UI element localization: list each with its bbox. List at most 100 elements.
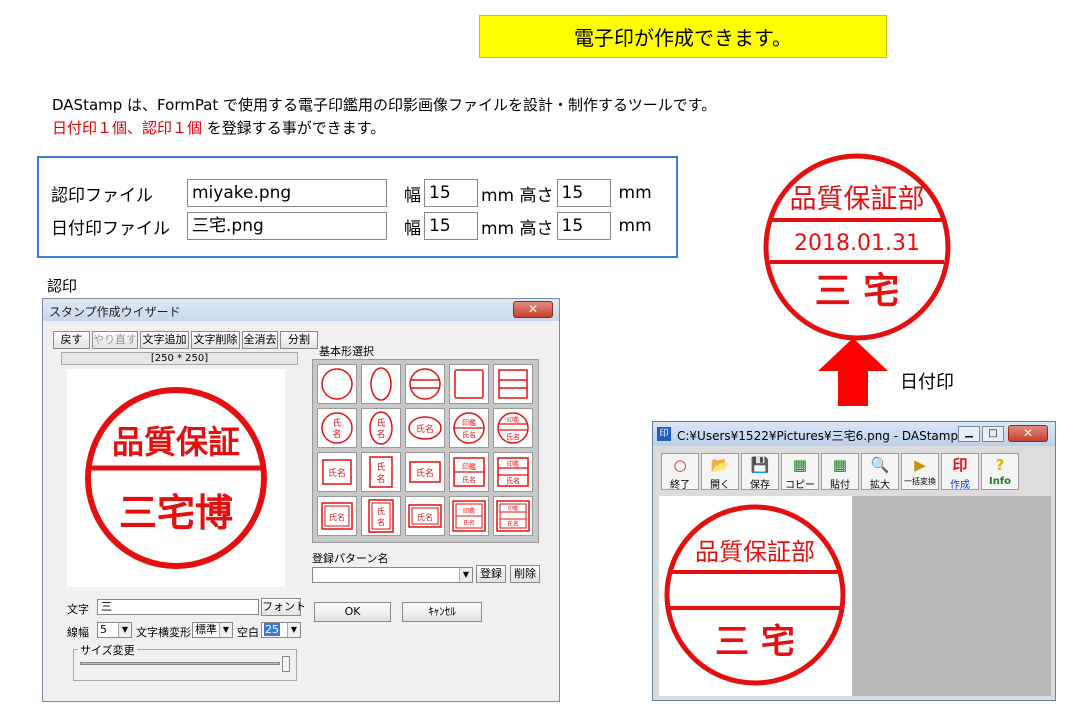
svg-text:氏名: 氏名 <box>462 430 476 439</box>
register-button[interactable]: 登録 <box>476 565 506 583</box>
stamp-file-settings: 認印ファイル miyake.png 幅 15 mm 高さ 15 mm 日付印ファ… <box>37 156 678 258</box>
stamp-canvas[interactable]: 品質保証部 三 宅 <box>659 496 852 696</box>
shape-ellipse[interactable] <box>361 364 401 404</box>
minimize-button[interactable]: ▁ <box>958 426 980 442</box>
dated-stamp-preview: 品質保証部 三 宅 <box>664 504 846 686</box>
resize-label: サイズ変更 <box>78 642 137 658</box>
app-icon: 印 <box>657 427 671 441</box>
ellipse-name-shape-icon: 氏名 <box>369 411 393 445</box>
svg-text:氏名: 氏名 <box>462 475 476 484</box>
shape-circle-name[interactable]: 氏名 <box>317 408 357 448</box>
ninsho-section-label: 認印 <box>47 277 78 295</box>
maximize-button[interactable]: □ <box>982 426 1004 442</box>
shape-rect-inkan-name-double-2[interactable]: 印鑑 氏名 <box>493 496 533 536</box>
copy-icon: ▦ <box>792 456 808 474</box>
close-button[interactable]: ✕ <box>1008 425 1048 442</box>
save-button[interactable]: 💾 保存 <box>741 453 779 491</box>
ninsho-width-field[interactable]: 15 <box>424 179 478 207</box>
shape-circle-lines[interactable] <box>405 364 445 404</box>
pattern-name-label: 登録パターン名 <box>312 552 389 565</box>
svg-text:印鑑: 印鑑 <box>507 416 519 424</box>
shape-rect-inkan-name[interactable]: 印鑑 氏名 <box>449 452 489 492</box>
preview-top-text: 品質保証 <box>112 423 240 461</box>
paste-button[interactable]: ▦ 貼付 <box>821 453 859 491</box>
svg-text:氏名: 氏名 <box>328 467 346 479</box>
shape-rect-inkan-name-2[interactable]: 印鑑 氏名 <box>493 452 533 492</box>
resize-slider-handle[interactable] <box>282 656 290 672</box>
question-icon: ? <box>995 456 1005 474</box>
shape-vertical-name-double[interactable]: 氏名 <box>361 496 401 536</box>
close-button[interactable]: ✕ <box>513 301 553 318</box>
convert-icon: ▶ <box>914 456 926 474</box>
svg-text:名: 名 <box>377 517 385 527</box>
zoom-button[interactable]: 🔍 拡大 <box>861 453 899 491</box>
font-button[interactable]: フォント <box>261 598 306 616</box>
shape-ellipse-name[interactable]: 氏名 <box>361 408 401 448</box>
text-transform-select[interactable]: 標準 ▼ <box>192 622 233 638</box>
delete-pattern-button[interactable]: 削除 <box>510 565 540 583</box>
shape-grid: 氏名 氏名 氏名 印鑑 氏名 印鑑 氏名 氏名 氏名 氏名 印鑑 氏名 印鑑 氏名 氏名… <box>312 359 539 543</box>
mm-unit: mm <box>618 183 652 203</box>
square-shape-icon <box>454 369 484 399</box>
shape-square-name[interactable]: 氏名 <box>317 452 357 492</box>
paste-icon: ▦ <box>832 456 848 474</box>
shape-rect-inkan-name-double[interactable]: 印鑑 氏名 <box>449 496 489 536</box>
batch-convert-button[interactable]: ▶ 一括変換 <box>901 453 939 490</box>
line-width-select[interactable]: 5 ▼ <box>97 622 132 638</box>
mm-unit: mm <box>618 216 652 236</box>
ellipse-shape-icon <box>370 367 392 401</box>
clear-all-button[interactable]: 全消去 <box>242 331 278 349</box>
ninsho-file-field[interactable]: miyake.png <box>187 179 387 207</box>
preview-name-text: 三 宅 <box>715 622 795 662</box>
svg-text:氏名: 氏名 <box>416 467 434 479</box>
pattern-name-select[interactable]: ▼ <box>312 567 473 583</box>
dated-file-label: 日付印ファイル <box>51 218 170 239</box>
resize-slider-track[interactable] <box>80 662 280 665</box>
shape-circle-inkan-name[interactable]: 印鑑 氏名 <box>449 408 489 448</box>
oval-name-shape-icon: 氏名 <box>408 416 442 440</box>
shape-rect-name[interactable]: 氏名 <box>405 452 445 492</box>
stamp-icon: 印 <box>952 456 968 474</box>
intro-line-1: DAStamp は、FormPat で使用する電子印鑑用の印影画像ファイルを設計… <box>52 96 717 114</box>
shape-square[interactable] <box>449 364 489 404</box>
info-button[interactable]: ? Info <box>981 453 1019 490</box>
intro-line-2: 日付印１個、認印１個 を登録する事ができます。 <box>52 117 385 138</box>
stamp-preview-canvas[interactable]: 品質保証 三宅博 <box>67 369 285 587</box>
add-text-button[interactable]: 文字追加 <box>140 331 189 349</box>
line-width-label: 線幅 <box>67 626 89 639</box>
undo-button[interactable]: 戻す <box>53 331 90 349</box>
dated-height-field[interactable]: 15 <box>556 212 611 240</box>
create-button[interactable]: 印作成 <box>941 453 979 491</box>
redo-button[interactable]: やり直す <box>92 331 138 349</box>
svg-text:印鑑: 印鑑 <box>462 418 476 427</box>
shape-circle[interactable] <box>317 364 357 404</box>
svg-text:氏名: 氏名 <box>506 476 520 485</box>
ok-button[interactable]: OK <box>314 602 391 622</box>
dated-width-field[interactable]: 15 <box>424 212 478 240</box>
text-input[interactable]: 三 <box>97 599 259 615</box>
ninsho-height-field[interactable]: 15 <box>556 179 611 207</box>
dated-file-field[interactable]: 三宅.png <box>187 212 387 240</box>
cancel-button[interactable]: ｷｬﾝｾﾙ <box>402 602 482 622</box>
split-button[interactable]: 分割 <box>280 331 318 349</box>
shape-square-lines[interactable] <box>493 364 533 404</box>
rect-inkan-shape-icon: 印鑑氏名 <box>453 457 485 487</box>
vertical-name-shape-icon: 氏名 <box>369 456 393 488</box>
shape-vertical-name[interactable]: 氏名 <box>361 452 401 492</box>
svg-text:名: 名 <box>332 428 341 440</box>
shape-square-name-double[interactable]: 氏名 <box>317 496 357 536</box>
floppy-icon: 💾 <box>750 456 770 474</box>
shape-rect-name-double[interactable]: 氏名 <box>405 496 445 536</box>
exit-button[interactable]: ○ 終了 <box>661 453 699 491</box>
open-button[interactable]: 📂 開く <box>701 453 739 491</box>
delete-text-button[interactable]: 文字削除 <box>191 331 240 349</box>
gap-select[interactable]: 25 ▼ <box>261 622 301 638</box>
svg-text:氏名: 氏名 <box>507 520 519 528</box>
shape-circle-inkan-name-2[interactable]: 印鑑 氏名 <box>493 408 533 448</box>
shape-oval-name[interactable]: 氏名 <box>405 408 445 448</box>
rect-inkan-lines-shape-icon: 印鑑氏名 <box>497 457 529 487</box>
dated-stamp-label: 日付印 <box>900 372 954 393</box>
svg-text:名: 名 <box>376 428 385 440</box>
copy-button[interactable]: ▦ コピー <box>781 453 819 491</box>
chevron-down-icon: ▼ <box>459 568 472 582</box>
